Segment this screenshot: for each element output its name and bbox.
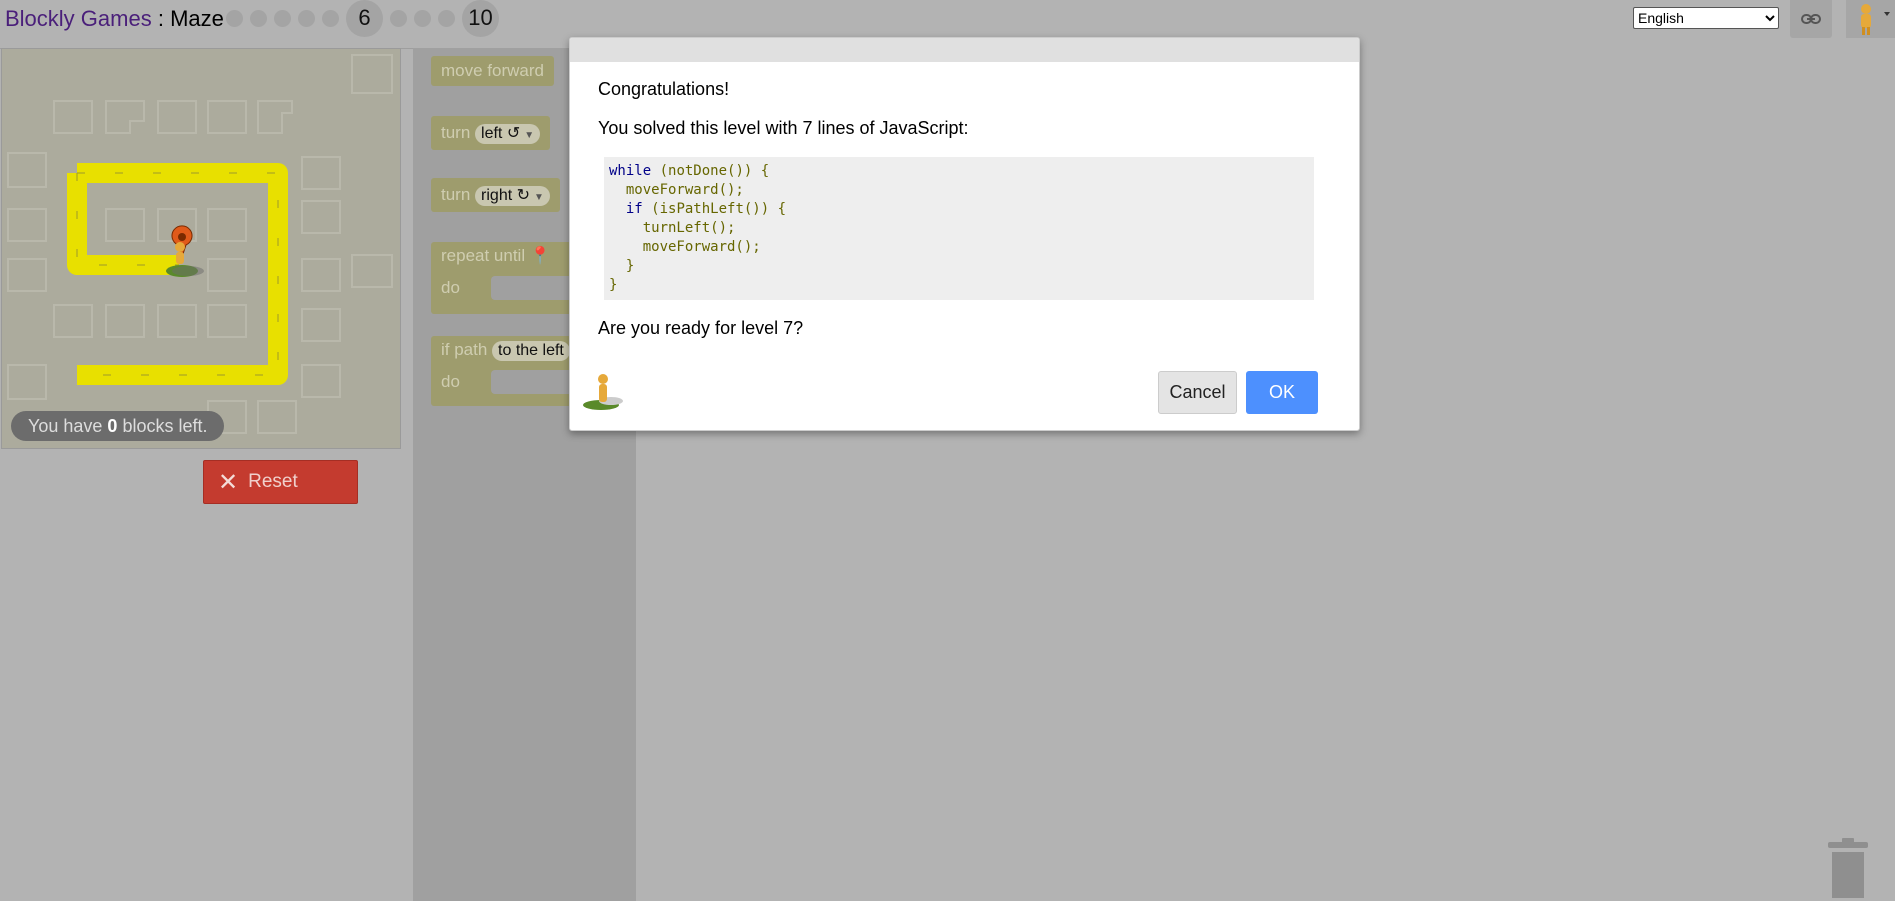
link-icon (1801, 14, 1821, 24)
turn-right-value: right ↻ (481, 187, 531, 204)
blocks-left-prefix: You have (28, 416, 108, 436)
level-selector: 6 10 (226, 0, 506, 37)
level-dot-3[interactable] (274, 9, 291, 27)
if-path-label: if path to the left (441, 340, 570, 361)
turn-left-value: left ↺ (481, 125, 521, 142)
level-last-10[interactable]: 10 (462, 0, 499, 37)
cancel-button[interactable]: Cancel (1158, 371, 1237, 414)
block-move-forward[interactable]: move forward (431, 56, 554, 86)
congrats-text: Congratulations! (598, 79, 730, 99)
ready-text: Are you ready for level 7? (598, 318, 804, 338)
reset-button[interactable]: ✕ Reset (203, 460, 358, 504)
pegman-sprite (172, 242, 204, 276)
ok-button[interactable]: OK (1246, 371, 1318, 414)
if-path-dropdown[interactable]: to the left (492, 341, 570, 361)
level-dot-9[interactable] (438, 9, 455, 27)
pegman-button[interactable] (1846, 0, 1895, 38)
pegman-icon (1861, 4, 1890, 35)
maze-display (1, 48, 401, 449)
block-turn-left[interactable]: turn left ↺ ▼ (431, 116, 551, 150)
solved-text: You solved this level with 7 lines of Ja… (598, 118, 969, 138)
congratulations-dialog: Congratulations! You solved this level w… (569, 37, 1360, 431)
block-turn-right[interactable]: turn right ↻ ▼ (431, 178, 560, 212)
code-listing: while (notDone()) { moveForward(); if (i… (604, 157, 1314, 300)
blocks-left-count: 0 (107, 416, 118, 436)
level-dot-2[interactable] (250, 9, 267, 27)
dropdown-arrow-icon: ▼ (534, 192, 544, 203)
game-name: Maze (170, 6, 224, 31)
level-dot-4[interactable] (298, 9, 315, 27)
turn-left-dropdown[interactable]: left ↺ ▼ (475, 124, 541, 144)
page-title: Blockly Games : Maze (5, 6, 224, 32)
title-separator: : (151, 6, 171, 31)
turn-right-dropdown[interactable]: right ↻ ▼ (475, 186, 550, 206)
repeat-until-label: repeat until 📍 (441, 246, 552, 265)
goal-pin-icon: 📍 (529, 246, 552, 265)
level-current-6[interactable]: 6 (346, 0, 383, 37)
level-dot-5[interactable] (322, 9, 339, 27)
level-dot-7[interactable] (390, 9, 407, 27)
dropdown-arrow-icon: ▼ (524, 130, 535, 141)
close-icon: ✕ (218, 468, 239, 496)
block-turn-label: turn (441, 123, 471, 142)
dialog-title-bar (570, 38, 1359, 62)
level-dot-1[interactable] (226, 9, 243, 27)
link-button[interactable] (1790, 0, 1832, 38)
maze-map (7, 54, 393, 434)
reset-label: Reset (248, 471, 298, 492)
brand-link[interactable]: Blockly Games (5, 6, 152, 31)
if-do-label: do (441, 372, 460, 391)
block-move-forward-label: move forward (441, 61, 544, 80)
repeat-do-label: do (441, 278, 460, 297)
dialog-body: Congratulations! You solved this level w… (570, 79, 1359, 339)
pegman-icon (583, 374, 623, 410)
level-dot-8[interactable] (414, 9, 431, 27)
blocks-left-suffix: blocks left. (117, 416, 208, 436)
block-turn-label: turn (441, 185, 471, 204)
trash-icon[interactable] (1826, 838, 1870, 898)
language-select[interactable]: English (1633, 7, 1779, 29)
blocks-left-indicator: You have 0 blocks left. (11, 411, 225, 441)
